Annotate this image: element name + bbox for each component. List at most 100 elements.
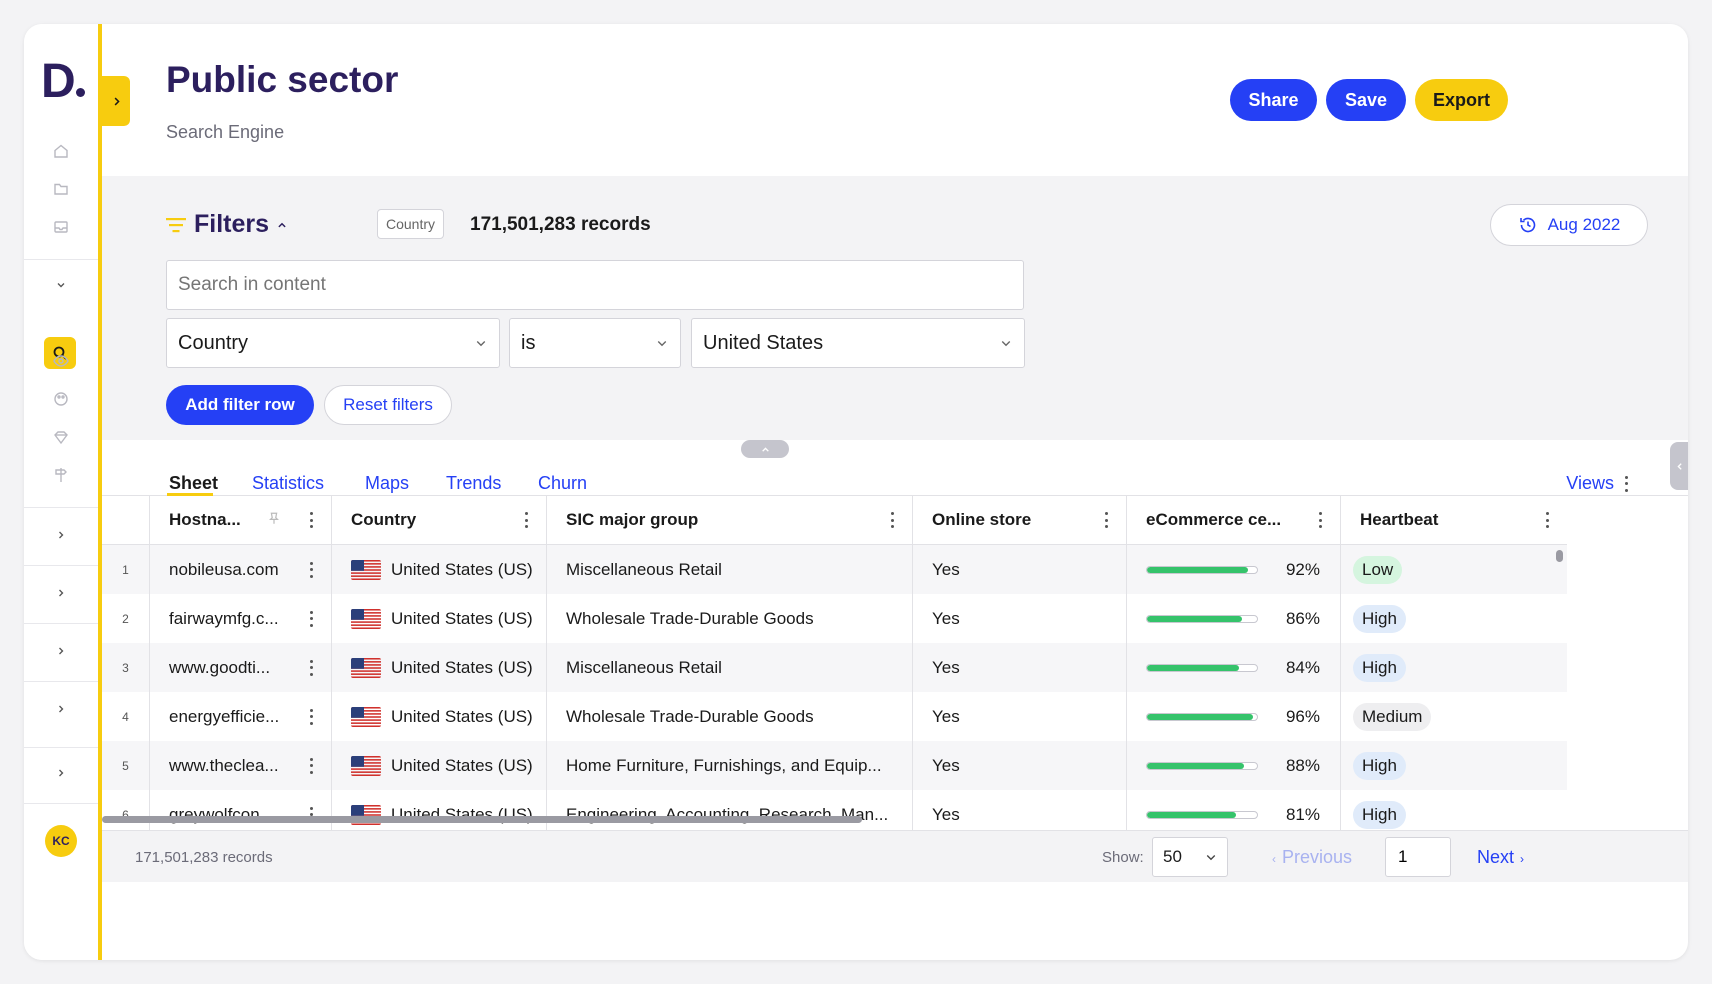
tab-statistics[interactable]: Statistics [252,473,324,494]
horizontal-scrollbar[interactable] [102,816,862,823]
hostname-cell[interactable]: www.theclea... [150,741,332,790]
expand-sidebar-button[interactable] [102,76,130,126]
filter-operator-select[interactable]: is [509,318,681,368]
share-button[interactable]: Share [1230,79,1317,121]
page-size-select[interactable]: 50 [1152,837,1228,877]
column-header-sic-major-group[interactable]: SIC major group [547,496,913,544]
page-size-value: 50 [1163,847,1182,866]
filters-toggle[interactable]: Filters [166,210,287,239]
column-header-online-store[interactable]: Online store [913,496,1127,544]
country-cell: United States (US) [332,790,547,830]
export-button[interactable]: Export [1415,79,1508,121]
tab-maps[interactable]: Maps [365,473,409,494]
chevron-right-icon[interactable] [50,762,72,784]
heartbeat-cell: High [1341,594,1567,643]
search-input[interactable] [166,260,1024,310]
hostname-value: energyefficie... [169,706,280,726]
column-header-label: Country [351,510,417,529]
column-menu-icon[interactable] [1545,512,1549,528]
ecommerce-progress-bar [1146,614,1258,623]
inbox-icon[interactable] [50,216,72,238]
chevron-down-icon [1001,341,1011,347]
table-row[interactable]: 3 www.goodti... United States (US) Miscella… [102,643,1567,692]
next-page-button[interactable]: Next › [1477,847,1524,868]
tab-sheet[interactable]: Sheet [169,473,218,494]
reset-filters-button[interactable]: Reset filters [324,385,452,425]
ecommerce-cell: 88% [1127,741,1341,790]
column-menu-icon[interactable] [1104,512,1108,528]
ecommerce-progress-bar [1146,761,1258,770]
column-header-country[interactable]: Country [332,496,547,544]
filter-field-select[interactable]: Country [166,318,500,368]
palette-icon[interactable] [50,388,72,410]
sidebar-divider [24,747,98,748]
side-panel-handle[interactable] [1670,442,1688,490]
page-number-input[interactable] [1385,837,1451,877]
diamond-icon[interactable] [50,426,72,448]
save-button[interactable]: Save [1326,79,1406,121]
table-row[interactable]: 2 fairwaymfg.c... United States (US) Wholes… [102,594,1567,643]
collapse-filters-handle[interactable] [741,440,789,458]
date-picker-button[interactable]: Aug 2022 [1490,204,1648,246]
row-index: 5 [102,741,150,790]
column-header-heartbeat[interactable]: Heartbeat [1341,496,1567,544]
hostname-cell[interactable]: energyefficie... [150,692,332,741]
chevron-right-icon[interactable] [50,524,72,546]
column-menu-icon[interactable] [890,512,894,528]
record-count: 171,501,283 records [470,214,651,235]
online-store-value: Yes [932,706,960,726]
vertical-scrollbar[interactable] [1556,550,1563,562]
folder-icon[interactable] [50,178,72,200]
cell-menu-icon[interactable] [309,757,313,774]
chevron-right-icon[interactable] [50,582,72,604]
chevron-down-icon[interactable] [50,274,72,296]
column-header-label: SIC major group [566,510,699,529]
chevron-right-icon[interactable] [50,640,72,662]
hostname-cell[interactable]: nobileusa.com [150,545,332,594]
cell-menu-icon[interactable] [309,659,313,676]
heartbeat-badge: Medium [1353,702,1432,731]
sidebar-divider [24,623,98,624]
column-header-label: eCommerce ce... [1146,510,1282,529]
table-row[interactable]: 5 www.theclea... United States (US) Home Fu… [102,741,1567,790]
next-label: Next [1477,847,1515,867]
active-filter-chip[interactable]: Country [377,209,445,239]
table-row[interactable]: 6 greywolfcon... United States (US) Enginee… [102,790,1567,830]
ecommerce-progress-bar [1146,810,1258,819]
country-value: United States (US) [391,559,533,579]
eye-icon[interactable] [50,350,72,372]
add-filter-row-button[interactable]: Add filter row [166,385,314,425]
filters-panel: Filters Country 171,501,283 records Aug … [102,176,1688,480]
sic-value: Wholesale Trade-Durable Goods [566,706,814,726]
hostname-cell[interactable]: www.goodti... [150,643,332,692]
views-menu[interactable]: Views [1566,473,1628,494]
cell-menu-icon[interactable] [309,708,313,725]
cell-menu-icon[interactable] [309,561,313,578]
online-store-value: Yes [932,755,960,775]
sic-cell: Miscellaneous Retail [547,545,913,594]
column-menu-icon[interactable] [309,512,313,528]
column-menu-icon[interactable] [1318,512,1322,528]
previous-page-button[interactable]: ‹ Previous [1272,847,1352,868]
row-index: 4 [102,692,150,741]
table-row[interactable]: 4 energyefficie... United States (US) Whole… [102,692,1567,741]
filter-field-value: Country [178,331,249,354]
pin-icon[interactable] [267,512,281,529]
table-row[interactable]: 1 nobileusa.com United States (US) Miscella… [102,545,1567,594]
tab-churn[interactable]: Churn [538,473,587,494]
column-menu-icon[interactable] [524,512,528,528]
hostname-cell[interactable]: greywolfcon... [150,790,332,830]
ecommerce-cell: 96% [1127,692,1341,741]
hostname-cell[interactable]: fairwaymfg.c... [150,594,332,643]
us-flag-icon [351,657,381,678]
signpost-icon[interactable] [50,464,72,486]
column-header-hostname[interactable]: Hostna... [150,496,332,544]
country-cell: United States (US) [332,594,547,643]
home-icon[interactable] [50,140,72,162]
chevron-right-icon[interactable] [50,698,72,720]
cell-menu-icon[interactable] [309,610,313,627]
avatar[interactable]: KC [45,825,77,857]
filter-value-select[interactable]: United States [691,318,1025,368]
column-header-ecommerce[interactable]: eCommerce ce... [1127,496,1341,544]
tab-trends[interactable]: Trends [446,473,501,494]
